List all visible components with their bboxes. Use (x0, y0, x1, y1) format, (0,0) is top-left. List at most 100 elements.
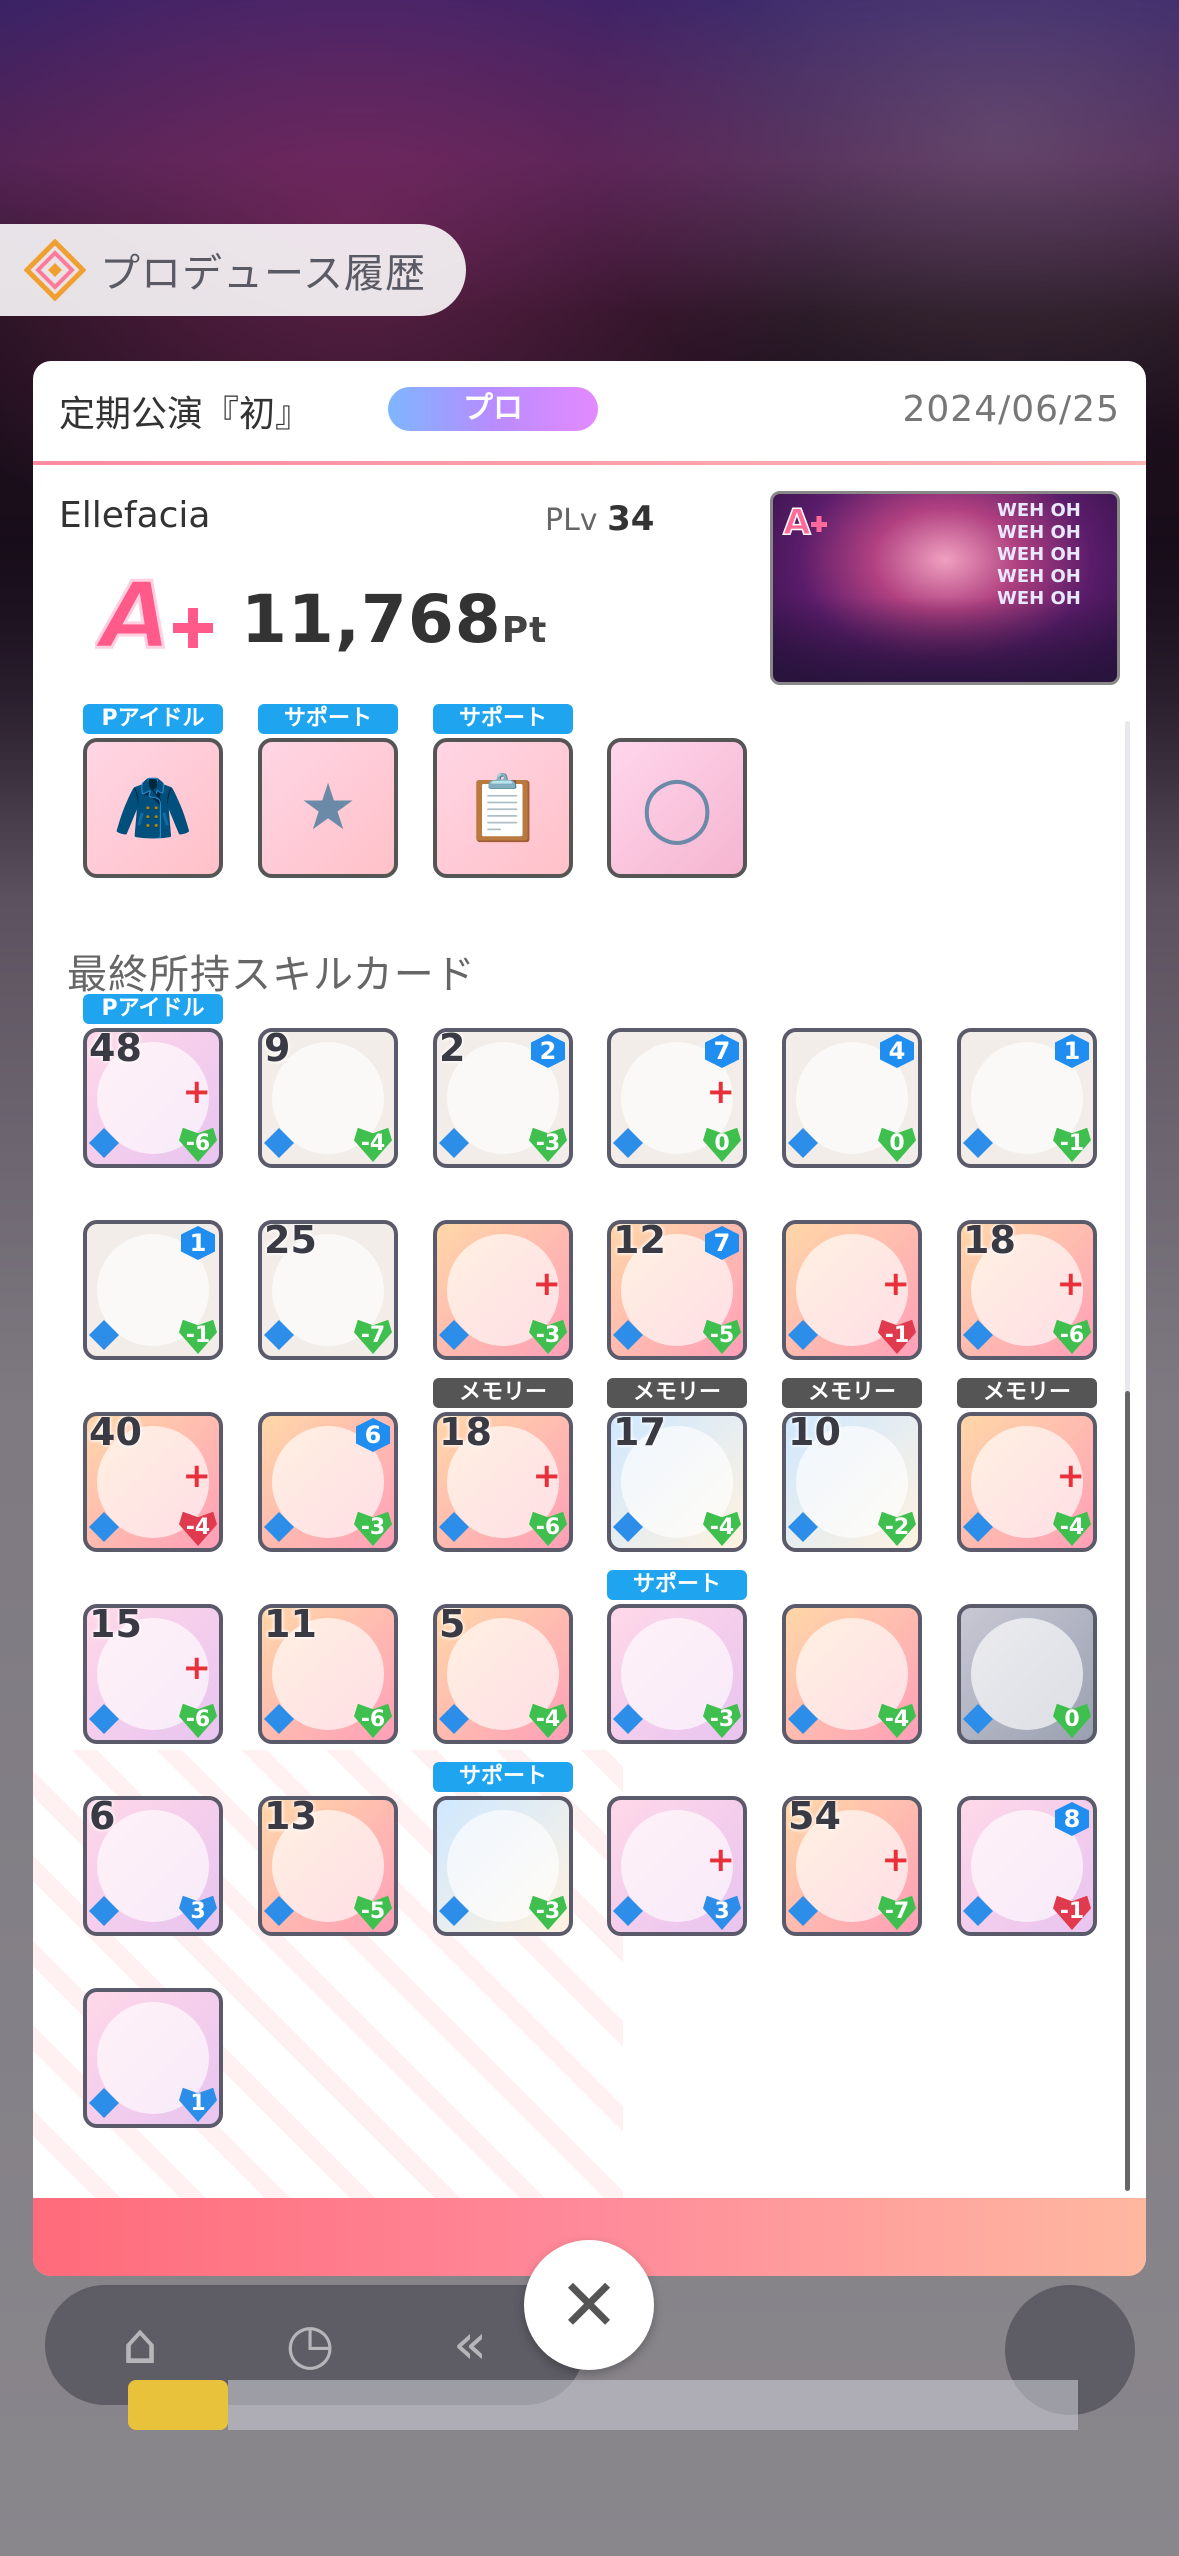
skill-card-cost: -4 (878, 1703, 916, 1738)
skill-card-cost: -6 (179, 1703, 217, 1738)
skill-card[interactable]: 40 (782, 1028, 922, 1168)
skill-card-count: 40 (89, 1412, 142, 1454)
produce-date: 2024/06/25 (902, 389, 1120, 430)
screen-title: プロデュース履歴 (100, 251, 426, 297)
skill-card-count: 12 (613, 1220, 666, 1262)
performance-thumbnail[interactable]: A WEH OH WEH OH WEH OH WEH OH WEH OH (770, 491, 1120, 685)
skill-card[interactable]: 0 (957, 1604, 1097, 1744)
upgrade-plus-icon: + (1056, 1264, 1086, 1304)
bracelet-icon: ◯ (641, 771, 713, 845)
screen-title-pill: プロデュース履歴 (0, 224, 466, 316)
skill-card-cost: -3 (703, 1703, 741, 1738)
skill-card[interactable]: 25 -7 (258, 1220, 398, 1360)
skill-card[interactable]: 11 -6 (258, 1604, 398, 1744)
p-item[interactable]: ◯ (607, 738, 747, 878)
idol-name: Ellefacia (59, 495, 211, 536)
skill-card-cost: -4 (1053, 1511, 1091, 1546)
upgrade-plus-icon: + (706, 1840, 736, 1880)
skill-card[interactable]: 1 -1 (957, 1028, 1097, 1168)
skill-card[interactable]: 9 -4 (258, 1028, 398, 1168)
skill-card-cost: 3 (703, 1895, 741, 1930)
card-source-tag: サポート (607, 1570, 747, 1600)
skill-card[interactable]: 12 7 -5 (607, 1220, 747, 1360)
upgrade-plus-icon: + (182, 1072, 212, 1112)
skill-card[interactable]: + -1 (782, 1220, 922, 1360)
thumbnail-grade-icon: A (781, 500, 833, 544)
upgrade-plus-icon: + (881, 1264, 911, 1304)
skill-card-count: 9 (264, 1028, 291, 1070)
skill-card-cost: -6 (179, 1127, 217, 1162)
p-item[interactable]: 🧥 (83, 738, 223, 878)
history-scroll-area[interactable]: 🧥 Pアイドル ★ サポート 📋 サポート ◯ 最終所持スキルカード 48 + -6 Pアイドル 9… (33, 704, 1146, 2276)
skill-card[interactable]: 48 + -6 (83, 1028, 223, 1168)
grade-badge-icon: A (93, 561, 225, 671)
skill-card-cost: -5 (354, 1895, 392, 1930)
chain-star-icon: ★ (299, 771, 357, 845)
item-tag: サポート (258, 704, 398, 734)
skill-card-count: 11 (264, 1604, 317, 1646)
skill-card-cost: -4 (703, 1511, 741, 1546)
skill-card[interactable]: 17 -4 (607, 1412, 747, 1552)
thumbnail-wall-text: WEH OH WEH OH WEH OH WEH OH WEH OH (997, 500, 1081, 609)
skill-card-cost: 0 (703, 1127, 741, 1162)
skill-card-cost: -7 (354, 1319, 392, 1354)
skill-card[interactable]: 15 + -6 (83, 1604, 223, 1744)
skill-card-count: 13 (264, 1796, 317, 1838)
skill-card[interactable]: -4 (782, 1604, 922, 1744)
p-item[interactable]: ★ (258, 738, 398, 878)
back-icon: « (452, 2312, 488, 2377)
skill-card[interactable]: 2 2 -3 (433, 1028, 573, 1168)
skill-card[interactable]: 63 (83, 1796, 223, 1936)
panel-header: 定期公演『初』 プロ 2024/06/25 (33, 361, 1146, 461)
skill-card[interactable]: 7 +0 (607, 1028, 747, 1168)
clock-icon: ◷ (285, 2312, 335, 2377)
home-icon: ⌂ (122, 2312, 158, 2377)
skill-card[interactable]: 54 + -7 (782, 1796, 922, 1936)
skill-card-cost: -1 (1053, 1895, 1091, 1930)
upgrade-plus-icon: + (182, 1648, 212, 1688)
skill-card[interactable]: 18 + -6 (433, 1412, 573, 1552)
skill-card-count: 15 (89, 1604, 142, 1646)
info-strip (228, 2380, 1078, 2430)
skill-card-cost: -6 (529, 1511, 567, 1546)
skill-card[interactable]: 18 + -6 (957, 1220, 1097, 1360)
skill-card[interactable]: 10 -2 (782, 1412, 922, 1552)
skill-card[interactable]: 6 -3 (258, 1412, 398, 1552)
skill-card-cost: 1 (179, 2087, 217, 2122)
skill-card[interactable]: -3 (433, 1796, 573, 1936)
skill-card[interactable]: 1 (83, 1988, 223, 2128)
item-tag: サポート (433, 704, 573, 734)
skill-card[interactable]: + -4 (957, 1412, 1097, 1552)
p-item[interactable]: 📋 (433, 738, 573, 878)
skill-card-cost: -3 (354, 1511, 392, 1546)
upgrade-plus-icon: + (881, 1840, 911, 1880)
skill-card-count: 5 (439, 1604, 466, 1646)
produce-history-panel: 定期公演『初』 プロ 2024/06/25 Ellefacia PLv 34 A… (33, 361, 1146, 2276)
skill-card[interactable]: -3 (607, 1604, 747, 1744)
skill-card-cost: -1 (878, 1319, 916, 1354)
scrollbar-thumb[interactable] (1125, 1391, 1130, 2191)
memory-tag: メモリー (607, 1378, 747, 1408)
skill-card-count: 48 (89, 1028, 142, 1070)
skill-card-cost: -3 (529, 1127, 567, 1162)
skill-card[interactable]: + -3 (433, 1220, 573, 1360)
close-button[interactable]: ✕ (524, 2240, 654, 2370)
skill-card-cost: 0 (878, 1127, 916, 1162)
skill-card-count: 54 (788, 1796, 841, 1838)
skill-card[interactable]: +3 (607, 1796, 747, 1936)
score-value: 11,768 (241, 581, 502, 658)
skill-card[interactable]: 13 -5 (258, 1796, 398, 1936)
skill-card[interactable]: 8 -1 (957, 1796, 1097, 1936)
skill-card-cost: -1 (179, 1319, 217, 1354)
skill-card-cost: -2 (878, 1511, 916, 1546)
skill-card[interactable]: 5 -4 (433, 1604, 573, 1744)
skill-card[interactable]: 1 -1 (83, 1220, 223, 1360)
skill-card-cost: -1 (1053, 1127, 1091, 1162)
skill-card[interactable]: 40 + -4 (83, 1412, 223, 1552)
skill-card-cost: -3 (529, 1895, 567, 1930)
upgrade-plus-icon: + (532, 1264, 562, 1304)
skill-card-section-title: 最終所持スキルカード (67, 952, 476, 998)
score-display: 11,768Pt (241, 581, 547, 658)
svg-text:A: A (783, 502, 811, 540)
upgrade-plus-icon: + (182, 1456, 212, 1496)
